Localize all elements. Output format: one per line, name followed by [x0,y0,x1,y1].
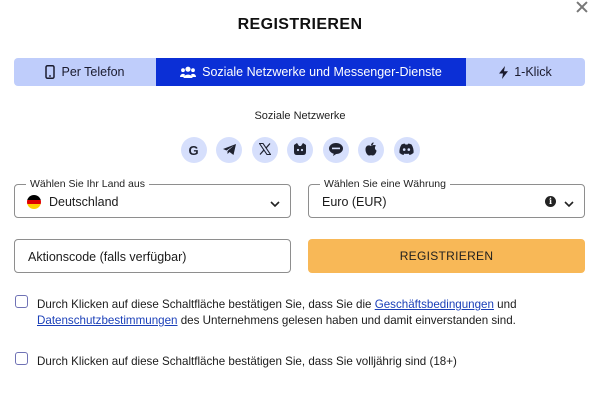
currency-select-value: Euro (EUR) [322,195,387,209]
apple-icon [365,142,377,158]
users-icon [180,66,197,78]
register-button[interactable]: REGISTRIEREN [308,239,585,273]
tab-social-label: Soziale Netzwerke und Messenger-Dienste [202,65,442,79]
chevron-down-icon [564,196,574,214]
page-title: REGISTRIEREN [237,16,363,33]
close-icon[interactable] [574,0,590,16]
google-icon: G [188,142,199,158]
apple-button[interactable] [358,137,384,163]
info-icon[interactable]: i [545,196,556,207]
terms-link[interactable]: Geschäftsbedingungen [375,298,494,311]
terms-checkbox[interactable] [15,295,28,308]
germany-flag-icon [27,195,41,209]
social-buttons: G [0,137,600,163]
x-button[interactable] [251,137,278,163]
tab-one-click[interactable]: 1-Klick [466,58,585,86]
google-button[interactable]: G [180,137,207,163]
promo-code-input[interactable]: Aktionscode (falls verfügbar) [14,239,291,273]
tab-phone-label: Per Telefon [61,65,125,79]
line-icon [328,142,343,158]
country-select-value: Deutschland [49,195,119,209]
tab-one-click-label: 1-Klick [514,65,552,79]
currency-select-label: Wählen Sie eine Währung [320,178,450,190]
telegram-button[interactable] [216,137,242,163]
chevron-down-icon [270,196,280,214]
privacy-link[interactable]: Datenschutzbestimmungen [37,314,178,327]
line-button[interactable] [322,137,349,163]
country-select-label: Wählen Sie Ihr Land aus [26,178,149,190]
phone-icon [45,65,56,79]
mailru-icon [293,143,307,157]
age-checkbox[interactable] [15,352,28,365]
social-networks-label: Soziale Netzwerke [254,110,346,122]
lightning-icon [499,65,509,79]
registration-tabs: Per Telefon Soziale Netzwerke und Messen… [14,58,585,86]
age-consent-text: Durch Klicken auf diese Schaltfläche bes… [37,355,457,368]
mailru-button[interactable] [287,137,313,163]
tab-phone[interactable]: Per Telefon [14,58,156,86]
telegram-icon [222,143,236,157]
currency-select[interactable]: Wählen Sie eine Währung Euro (EUR) i [308,178,585,218]
discord-icon [399,143,414,157]
x-icon [257,142,272,157]
tab-social[interactable]: Soziale Netzwerke und Messenger-Dienste [156,58,466,86]
country-select[interactable]: Wählen Sie Ihr Land aus Deutschland [14,178,291,218]
terms-consent-text: Durch Klicken auf diese Schaltfläche bes… [37,298,517,327]
discord-button[interactable] [393,137,420,163]
